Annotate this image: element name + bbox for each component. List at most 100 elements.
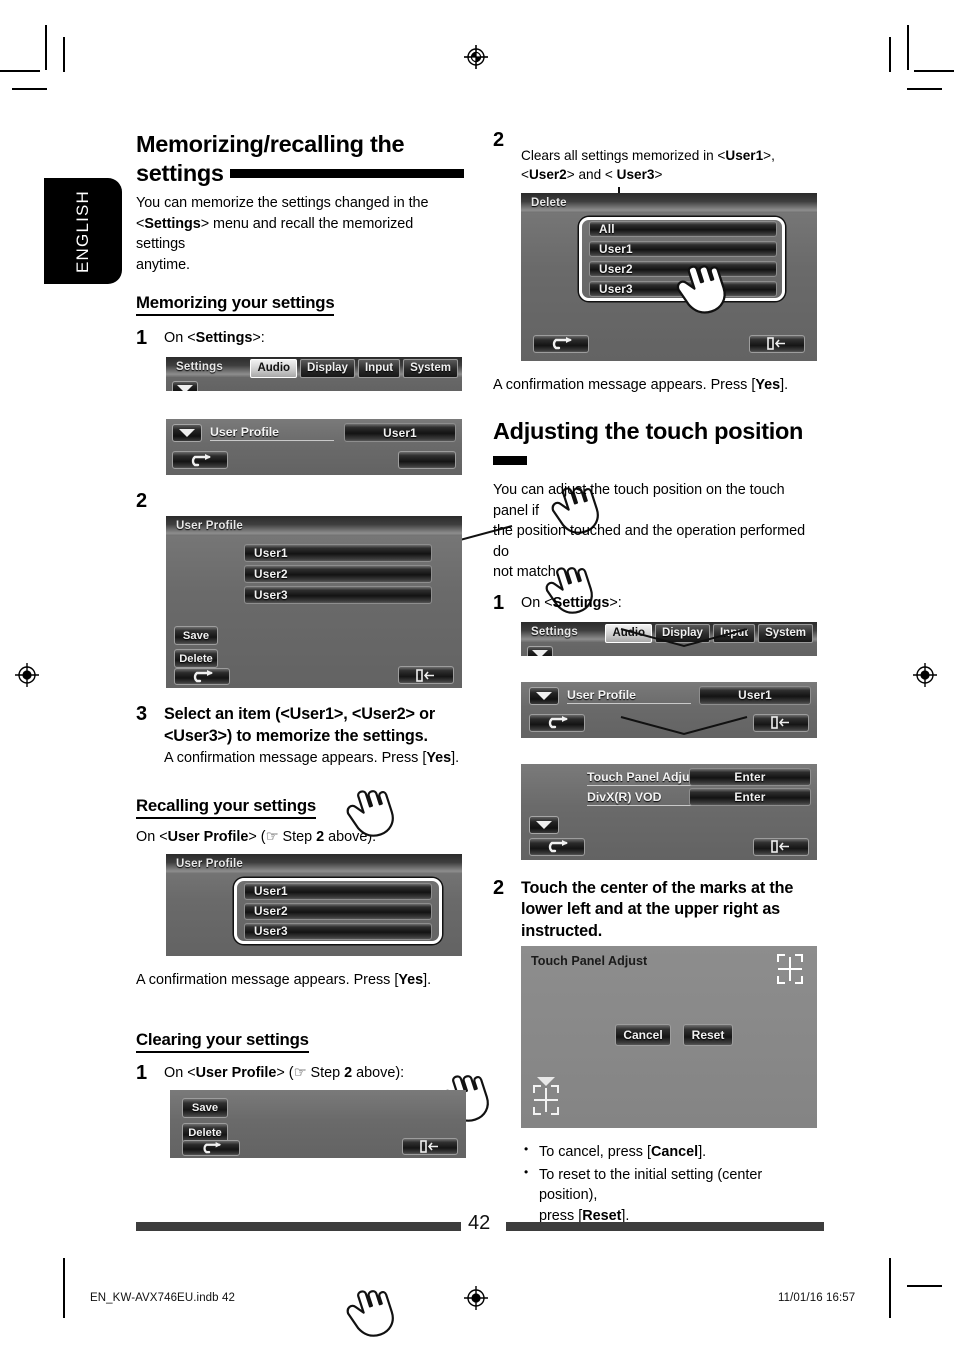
callout-line2-mid: > and < <box>566 167 617 183</box>
subheading-clearing: Clearing your settings <box>136 1030 309 1054</box>
back-button[interactable] <box>172 451 228 470</box>
step1-lead-pre: On < <box>164 330 196 347</box>
screen-delete[interactable]: Delete All User1 User2 User3 <box>521 192 817 361</box>
delete-button[interactable]: Delete <box>174 649 218 669</box>
step-number: 3 <box>136 703 148 726</box>
divx-vod-enter-button[interactable]: Enter <box>689 787 811 806</box>
screen-titlebar: User Profile <box>166 516 462 537</box>
screen-title: Settings <box>531 625 578 638</box>
clear-lead-bold: User Profile <box>195 1065 277 1082</box>
exit-button[interactable] <box>749 334 805 353</box>
settings-tab-group[interactable]: Audio Display Input System <box>250 359 458 379</box>
touch-intro-line3: not match. <box>493 564 560 581</box>
screen-touch-menu[interactable]: Touch Panel Adjust Enter DivX(R) VOD Ent… <box>521 763 817 860</box>
right-column: 2 Clears all settings memorized in <User… <box>493 130 821 1228</box>
user-profile-value-button[interactable]: User1 <box>699 685 811 705</box>
tab-system[interactable]: System <box>758 623 813 643</box>
recall-lead-stepnum: 2 <box>316 829 325 846</box>
tab-display[interactable]: Display <box>300 359 355 379</box>
crop-mark <box>889 1258 891 1318</box>
step3-line2: <User3>) to memorize the settings. <box>164 726 428 745</box>
exit-button[interactable] <box>402 1138 458 1156</box>
title-rule <box>229 168 464 178</box>
tab-system[interactable]: System <box>403 359 458 379</box>
list-item-user3[interactable]: User3 <box>244 922 432 940</box>
bullet1-bold: Cancel <box>650 1144 699 1161</box>
exit-button[interactable] <box>398 666 454 685</box>
crop-mark <box>63 1258 65 1318</box>
flow-arrow-down <box>619 627 749 654</box>
manual-page: ENGLISH Memorizing/recalling the setting… <box>0 0 954 1354</box>
scroll-down-icon[interactable] <box>529 815 559 834</box>
scroll-down-icon[interactable] <box>527 645 553 656</box>
registration-mark-right <box>912 662 938 688</box>
list-item: To cancel, press [Cancel]. <box>521 1141 821 1162</box>
list-item-all[interactable]: All <box>589 220 777 237</box>
clear-lead-post: above): <box>352 1065 405 1082</box>
tab-input[interactable]: Input <box>357 359 401 379</box>
screen-user-profile-full[interactable]: User Profile User1 User2 User3 Save Dele… <box>166 516 462 689</box>
language-tab-label: ENGLISH <box>73 189 92 273</box>
touch-step2-line2: lower left and at the upper right as <box>521 900 781 919</box>
touch-step2-instruction: Touch the center of the marks at the low… <box>521 878 821 943</box>
screen-user-profile-clear[interactable]: Save Delete <box>170 1090 466 1159</box>
tab-audio[interactable]: Audio <box>250 359 298 379</box>
step-number: 2 <box>493 876 505 899</box>
scroll-down-icon[interactable] <box>172 381 198 392</box>
crop-mark <box>63 37 65 72</box>
screen-settings-bar[interactable]: Settings Audio Display Input System <box>166 357 462 392</box>
crop-mark <box>907 25 909 70</box>
recalling-note: A confirmation message appears. Press [Y… <box>136 970 464 990</box>
touch-step1-lead: On <Settings>: <box>521 593 821 613</box>
scroll-down-icon[interactable] <box>529 686 559 705</box>
step1-lead-bold: Settings <box>195 330 253 347</box>
list-item: To reset to the initial setting (center … <box>521 1164 821 1226</box>
list-item-user2[interactable]: User2 <box>244 902 432 920</box>
user-profile-value-button[interactable]: User1 <box>344 423 456 443</box>
list-item-user1[interactable]: User1 <box>244 544 432 563</box>
list-item-user2[interactable]: User2 <box>244 565 432 584</box>
delete-note-pre: A confirmation message appears. Press [ <box>493 376 756 393</box>
screen-user-profile-row[interactable]: User Profile User1 <box>166 419 462 476</box>
list-item-user1[interactable]: User1 <box>244 882 432 900</box>
recall-lead-bold: User Profile <box>167 829 249 846</box>
save-button[interactable]: Save <box>182 1098 228 1119</box>
crosshair-lower-left-icon[interactable] <box>529 1083 563 1122</box>
screen-touch-panel-adjust[interactable]: Touch Panel Adjust Cancel Reset <box>521 946 817 1129</box>
crosshair-upper-right-icon[interactable] <box>773 952 807 991</box>
touch-step2-line3: instructed. <box>521 921 603 940</box>
cancel-button[interactable]: Cancel <box>615 1024 671 1047</box>
scroll-down-icon[interactable] <box>172 424 202 443</box>
touch-step1-bold: Settings <box>552 594 610 611</box>
exit-button[interactable] <box>398 451 456 470</box>
back-button[interactable] <box>174 668 230 686</box>
exit-button[interactable] <box>753 713 809 732</box>
save-button[interactable]: Save <box>174 626 218 646</box>
screen-titlebar: Delete <box>521 192 817 213</box>
delete-note: A confirmation message appears. Press [Y… <box>493 375 821 395</box>
touch-panel-adjust-enter-button[interactable]: Enter <box>689 767 811 786</box>
delete-note-post: ]. <box>780 376 789 393</box>
step-number: 1 <box>136 327 148 350</box>
back-button[interactable] <box>533 334 589 353</box>
title-rule <box>493 455 527 465</box>
screen-title: User Profile <box>176 857 243 870</box>
registration-mark-left <box>14 662 40 688</box>
list-item-user1[interactable]: User1 <box>589 240 777 257</box>
list-item-user3[interactable]: User3 <box>244 586 432 605</box>
exit-button[interactable] <box>753 837 809 856</box>
clearing-lead: On <User Profile> (☞ Step 2 above): <box>164 1063 464 1083</box>
screen-user-profile-recall[interactable]: User Profile User1 User2 User3 <box>166 853 462 956</box>
intro-line1: You can memorize the settings changed in… <box>136 195 429 212</box>
back-button[interactable] <box>529 713 585 732</box>
step-3-memorizing: 3 Select an item (<User1>, <User2> or <U… <box>136 704 464 768</box>
intro-line2-bold: Settings <box>144 215 201 232</box>
crop-mark <box>907 1285 942 1287</box>
back-button[interactable] <box>182 1140 240 1157</box>
clear-lead-mid: > (☞ Step <box>276 1065 345 1082</box>
back-button[interactable] <box>529 837 585 856</box>
pointer-caret-icon <box>537 1077 555 1087</box>
reset-button[interactable]: Reset <box>683 1024 733 1047</box>
bullet2-line1: To reset to the initial setting (center … <box>539 1166 763 1204</box>
touch-panel-adjust-title: Touch Panel Adjust <box>531 954 648 969</box>
